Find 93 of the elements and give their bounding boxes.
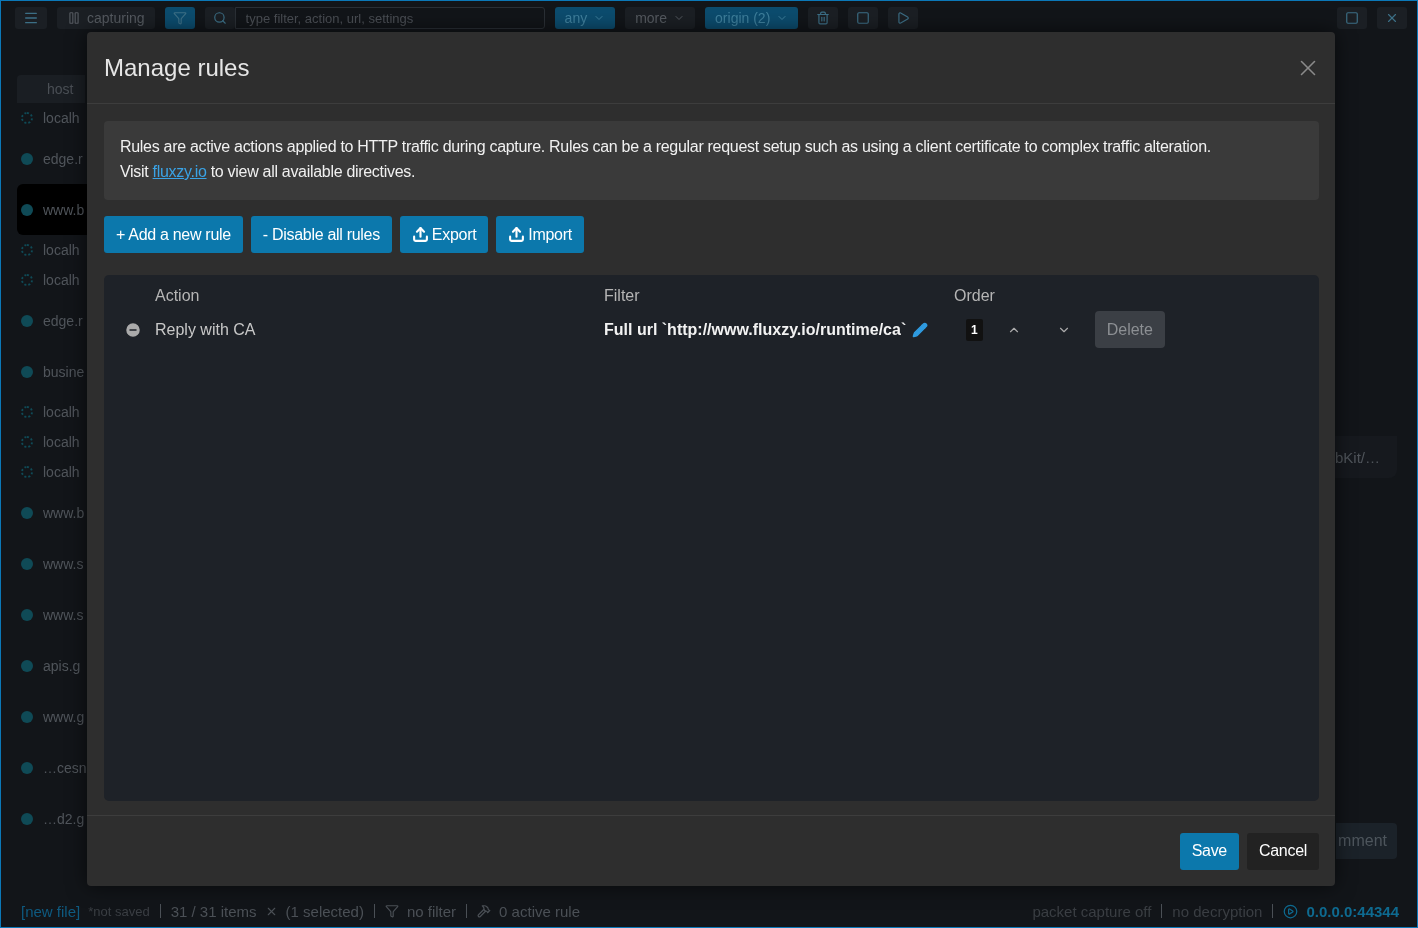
dot-icon: [21, 557, 33, 570]
host-text: localh: [43, 272, 80, 288]
host-row[interactable]: …d2.g: [17, 793, 101, 844]
dotted-circle-icon: [21, 274, 33, 286]
dot-icon: [21, 761, 33, 774]
dotted-circle-icon: [21, 466, 33, 478]
host-text: www.b: [43, 504, 85, 521]
host-row[interactable]: localh: [17, 265, 101, 295]
menu-icon[interactable]: [15, 7, 47, 29]
host-text: edge.r: [43, 150, 83, 167]
item-count: 31 / 31 items: [170, 902, 257, 920]
host-text: www.s: [43, 555, 84, 572]
dot-icon: [21, 659, 33, 672]
column-header: Action: [155, 287, 201, 305]
host-text: localh: [43, 110, 80, 126]
dotted-circle-icon: [21, 112, 33, 124]
dotted-circle-icon: [21, 436, 33, 448]
host-row[interactable]: localh: [17, 397, 101, 427]
website-link[interactable]: fluxzy.io: [152, 163, 207, 180]
dot-icon: [21, 365, 33, 378]
host-row[interactable]: apis.g: [17, 640, 101, 691]
host-text: …d2.g: [43, 810, 85, 827]
upload-icon: [411, 226, 429, 243]
info-text: Visit fluxzy.io to view all available directives.: [120, 162, 417, 182]
dot-icon: [21, 608, 33, 621]
cancel-button[interactable]: Cancel: [1247, 832, 1319, 870]
host-text: apis.g: [43, 657, 81, 674]
host-row[interactable]: busine: [17, 346, 101, 397]
host-text: busine: [43, 363, 85, 380]
host-row[interactable]: …cesn: [17, 742, 101, 793]
upload-icon: [508, 226, 526, 243]
host-text: localh: [43, 404, 80, 420]
capture-button[interactable]: capturing: [57, 7, 155, 29]
play-icon[interactable]: [888, 7, 919, 29]
play-icon: [1283, 903, 1299, 919]
dot-icon: [21, 203, 33, 216]
delete-button[interactable]: Delete: [1094, 311, 1165, 348]
import-button[interactable]: Import: [496, 216, 584, 253]
column-header: Order: [954, 287, 996, 305]
trash-icon[interactable]: [808, 7, 839, 29]
close-icon[interactable]: [1377, 7, 1407, 29]
host-row[interactable]: www.b: [17, 487, 101, 538]
dot-icon: [21, 314, 33, 327]
host-row[interactable]: localh: [17, 235, 101, 265]
rule-status: 0 active rule: [499, 902, 580, 920]
maximize-icon[interactable]: [1337, 7, 1367, 29]
filter-status: no filter: [406, 902, 457, 920]
hammer-icon: [477, 904, 492, 918]
filter-icon[interactable]: [164, 7, 195, 29]
host-row[interactable]: localh: [17, 427, 101, 457]
filter-chip[interactable]: more: [625, 7, 696, 29]
search-icon[interactable]: [204, 7, 235, 29]
dotted-circle-icon: [21, 244, 33, 256]
export-button[interactable]: Export: [399, 216, 489, 253]
host-text: localh: [43, 434, 80, 450]
dot-icon: [21, 710, 33, 723]
host-row[interactable]: edge.r: [17, 295, 101, 346]
host-row[interactable]: edge.r: [17, 133, 101, 184]
rule-filter: Full url `http://www.fluxzy.io/runtime/ca`: [604, 320, 954, 339]
host-text: edge.r: [43, 312, 83, 329]
column-header: Filter: [604, 287, 641, 305]
host-text: localh: [43, 464, 80, 480]
pause-icon: [67, 11, 81, 25]
dialog-title: Manage rules: [104, 53, 250, 82]
disable-button[interactable]: - Disable all rules: [250, 216, 392, 253]
filter-icon: [384, 904, 399, 918]
stop-icon[interactable]: [848, 7, 879, 29]
host-row[interactable]: www.s: [17, 589, 101, 640]
host-row[interactable]: localh: [17, 457, 101, 487]
host-row[interactable]: www.g: [17, 691, 101, 742]
selection-count: (1 selected): [285, 902, 364, 920]
add-button[interactable]: + Add a new rule: [104, 216, 243, 253]
pencil-icon[interactable]: [912, 321, 929, 338]
save-button[interactable]: Save: [1179, 832, 1239, 870]
host-text: localh: [43, 242, 80, 258]
dot-icon: [21, 812, 33, 825]
proxy-address: 0.0.0.0:44344: [1306, 902, 1399, 920]
dot-icon: [21, 506, 33, 519]
host-text: …cesn: [43, 759, 87, 776]
host-text: www.g: [43, 708, 85, 725]
detail-text: bKit/…: [1335, 436, 1397, 478]
host-text: www.b: [43, 201, 85, 218]
dot-icon: [21, 152, 33, 165]
search-field[interactable]: type filter, action, url, settings: [234, 7, 545, 29]
dotted-circle-icon: [21, 406, 33, 418]
remove-icon[interactable]: [124, 320, 142, 339]
file-name: [new file]: [21, 902, 81, 920]
info-text: Rules are active actions applied to HTTP traffic during capture. Rules can be a regular request setup such as using a client certificate to complex traffic alteration.: [120, 137, 1212, 157]
order-badge: 1: [966, 318, 983, 341]
host-text: www.s: [43, 606, 84, 623]
host-row[interactable]: localh: [17, 103, 101, 133]
rule-action: Reply with CA: [155, 320, 257, 339]
host-row[interactable]: www.s: [17, 538, 101, 589]
